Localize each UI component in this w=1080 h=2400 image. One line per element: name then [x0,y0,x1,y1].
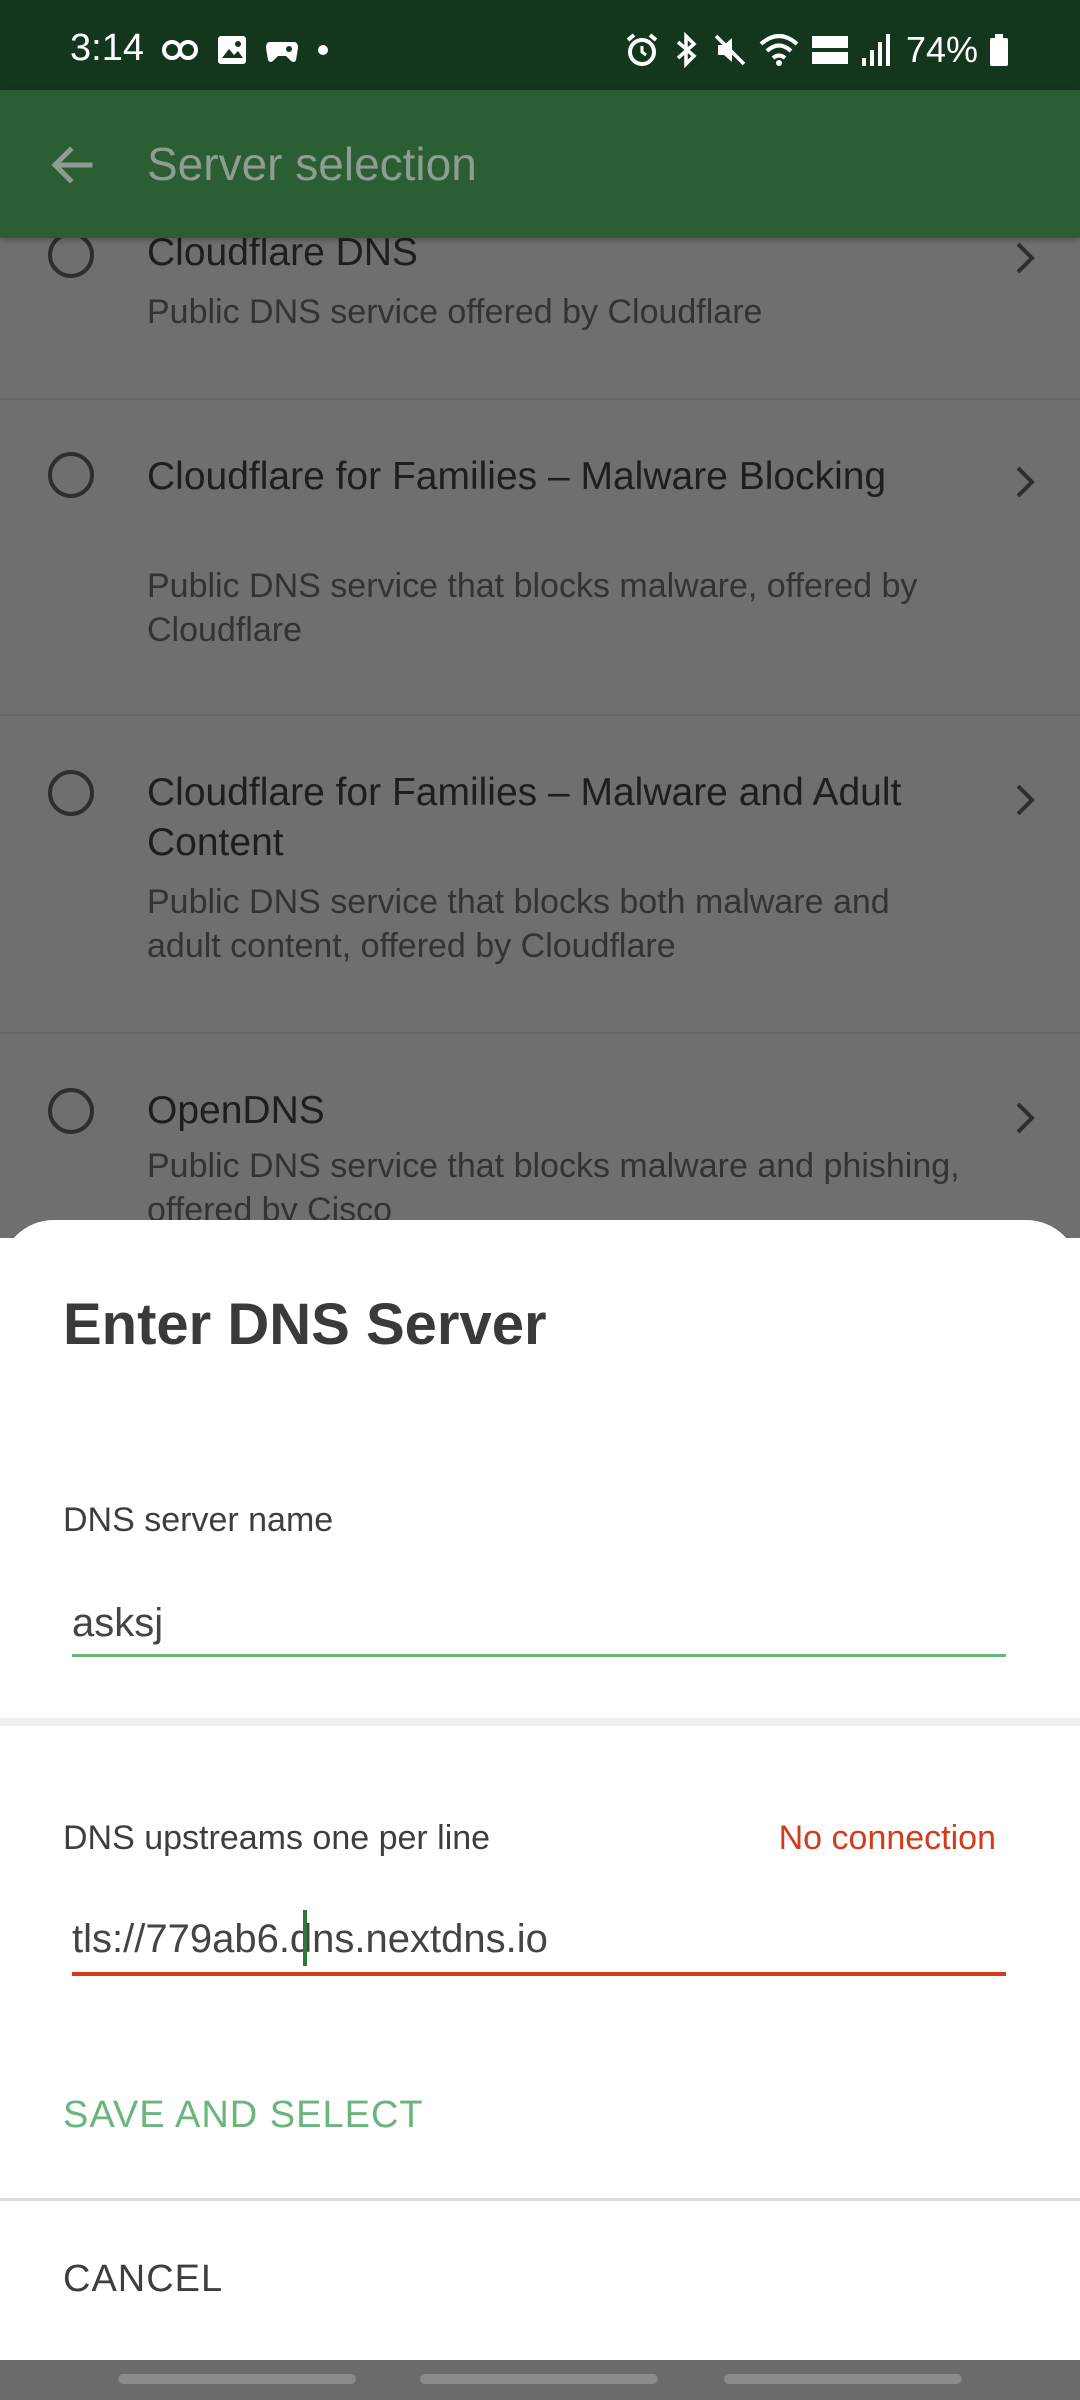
server-name-input[interactable] [72,1588,1006,1658]
server-name: Cloudflare for Families – Malware Blocki… [147,455,887,498]
server-item-cloudflare-families-malware[interactable]: Cloudflare for Families – Malware Blocki… [0,398,1080,716]
chevron-right-icon [1016,784,1035,816]
signal-icon [861,34,890,66]
server-name-label: DNS server name [63,1501,334,1539]
chevron-right-icon [1016,242,1035,274]
server-item-cloudflare-dns[interactable]: Cloudflare DNS Public DNS service offere… [0,238,1080,400]
dns-server-dialog: Enter DNS Server DNS server name DNS ups… [0,1220,1080,2360]
bluetooth-icon [676,32,697,68]
dot-icon [318,45,328,55]
server-name: Cloudflare DNS [147,238,418,274]
status-system-icons: 74% [624,30,1010,70]
alarm-icon [626,33,658,66]
server-name-underline [72,1654,1006,1657]
navigation-bar [0,2360,1080,2400]
mute-icon [714,34,746,66]
server-description: Public DNS service that blocks both malw… [147,883,890,965]
battery-percentage: 74% [905,29,978,70]
cancel-button[interactable]: CANCEL [63,2254,223,2304]
status-notification-icons [160,34,330,66]
server-name: Cloudflare for Families – Malware and Ad… [147,771,902,864]
radio-button[interactable] [48,238,94,278]
server-description: Public DNS service that blocks malware a… [147,1147,960,1229]
radio-button[interactable] [48,1088,94,1134]
text-cursor [303,1910,307,1966]
volte-icon [811,36,848,64]
wifi-icon [759,34,799,66]
connection-error-text: No connection [778,1819,996,1857]
save-and-select-button[interactable]: SAVE AND SELECT [63,2090,424,2140]
game-icon [266,42,298,62]
status-bar: 3:14 74% [0,0,1080,90]
server-item-cloudflare-families-adult[interactable]: Cloudflare for Families – Malware and Ad… [0,716,1080,1034]
chevron-right-icon [1016,1102,1035,1134]
button-divider [0,2198,1080,2201]
page-title: Server selection [147,138,477,190]
image-icon [218,36,246,64]
nav-home-handle[interactable] [420,2374,658,2384]
nav-recents-handle[interactable] [118,2374,356,2384]
server-name: OpenDNS [147,1089,325,1132]
server-description: Public DNS service that blocks malware, … [147,567,918,649]
link-icon [162,40,198,60]
section-divider [0,1718,1080,1726]
dialog-title: Enter DNS Server [63,1292,547,1357]
back-arrow-icon[interactable] [40,132,106,198]
radio-button[interactable] [48,452,94,498]
server-description: Public DNS service offered by Cloudflare [147,293,763,331]
radio-button[interactable] [48,770,94,816]
server-item-opendns[interactable]: OpenDNS Public DNS service that blocks m… [0,1034,1080,1238]
upstreams-underline [72,1972,1006,1976]
upstreams-label: DNS upstreams one per line [63,1819,491,1857]
status-time: 3:14 [70,27,144,69]
server-list: Cloudflare DNS Public DNS service offere… [0,238,1080,1238]
chevron-right-icon [1016,466,1035,498]
nav-back-handle[interactable] [724,2374,962,2384]
app-bar: Server selection [0,90,1080,238]
battery-icon [990,34,1008,66]
upstreams-input[interactable] [72,1904,1006,1974]
